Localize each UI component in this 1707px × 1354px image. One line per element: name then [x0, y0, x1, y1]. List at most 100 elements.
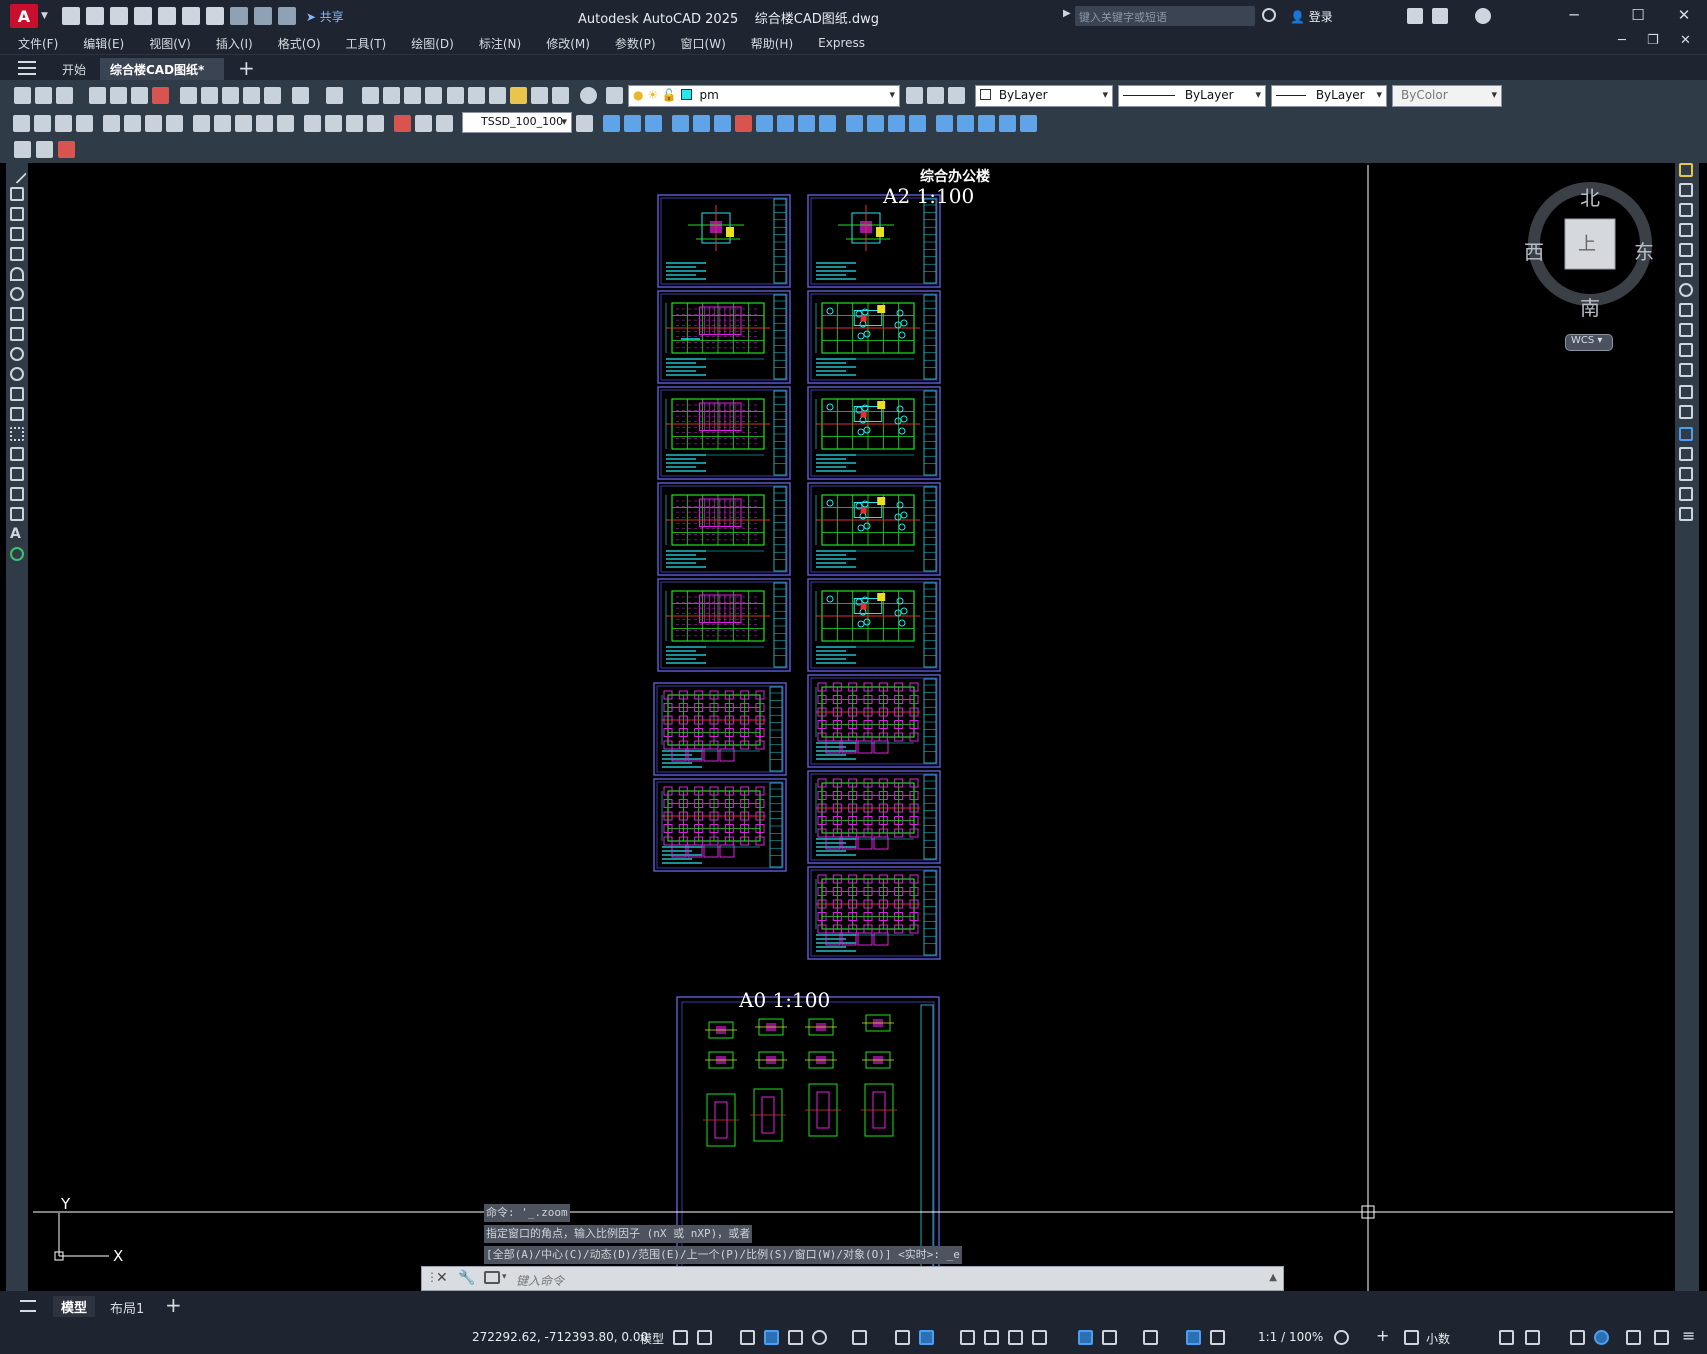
annotation-visibility-icon[interactable]	[1186, 1330, 1201, 1345]
workspace-gear-icon[interactable]	[1334, 1330, 1349, 1345]
gizmo-icon[interactable]	[1143, 1330, 1158, 1345]
separate-icon[interactable]	[936, 115, 953, 132]
tab-model[interactable]: 模型	[53, 1296, 96, 1317]
menu-tools[interactable]: 工具(T)	[346, 35, 387, 52]
shell-icon[interactable]	[957, 115, 974, 132]
plot-icon[interactable]	[205, 7, 224, 25]
customize-qat-icon[interactable]	[277, 7, 296, 25]
rotate-faces-icon[interactable]	[756, 115, 773, 132]
scale-icon[interactable]	[1679, 303, 1693, 317]
new-icon[interactable]	[61, 7, 80, 25]
linear-dimension-icon[interactable]	[13, 115, 30, 132]
menu-draw[interactable]: 绘图(D)	[411, 35, 454, 52]
tab-start[interactable]: 开始	[52, 58, 96, 80]
undo-icon[interactable]	[229, 7, 248, 25]
inspect-icon[interactable]	[346, 115, 363, 132]
erase-icon[interactable]	[1679, 163, 1693, 177]
drawing-sheet[interactable]	[657, 482, 791, 576]
menu-dimension[interactable]: 标注(N)	[479, 35, 521, 52]
menu-help[interactable]: 帮助(H)	[751, 35, 793, 52]
zoom-window-icon[interactable]	[404, 87, 421, 104]
layout-icon[interactable]	[14, 141, 31, 158]
close-button[interactable]: ✕	[1670, 6, 1698, 26]
open-icon[interactable]	[35, 87, 52, 104]
minimize-button[interactable]: ─	[1560, 6, 1588, 26]
customize-icon[interactable]: 🔧	[458, 1270, 475, 1286]
auto-scale-icon[interactable]	[1210, 1330, 1225, 1345]
solid-intersect-icon[interactable]	[645, 115, 662, 132]
ellipse-arc-icon[interactable]	[10, 367, 24, 381]
tool-palettes-icon[interactable]	[489, 87, 506, 104]
doc-minimize-button[interactable]: ─	[1618, 33, 1626, 48]
app-menu-chevron-icon[interactable]: ▼	[41, 11, 48, 21]
viewcube-east[interactable]: 东	[1634, 236, 1654, 265]
lineweight-icon[interactable]	[960, 1330, 975, 1345]
menu-file[interactable]: 文件(F)	[18, 35, 58, 52]
fillet-icon[interactable]	[1679, 467, 1693, 481]
delete-faces-icon[interactable]	[735, 115, 752, 132]
stretch-icon[interactable]	[1679, 323, 1693, 337]
thicken-icon[interactable]	[1020, 115, 1037, 132]
quick-dimension-icon[interactable]	[193, 115, 210, 132]
cut-icon[interactable]	[180, 87, 197, 104]
copy-edges-icon[interactable]	[846, 115, 863, 132]
array-icon[interactable]	[1679, 243, 1693, 257]
lineweight-dropdown[interactable]: ByLayer ▾	[1271, 85, 1387, 107]
close-command-line-icon[interactable]: ✕	[436, 1270, 448, 1286]
copy-faces-icon[interactable]	[798, 115, 815, 132]
search-icon[interactable]	[1262, 8, 1276, 22]
grid-icon[interactable]	[673, 1330, 688, 1345]
maximize-button[interactable]: ☐	[1624, 6, 1652, 26]
zoom-realtime-icon[interactable]	[383, 87, 400, 104]
zoom-previous-icon[interactable]	[425, 87, 442, 104]
snap-icon[interactable]	[697, 1330, 712, 1345]
dimension-update-icon[interactable]	[436, 115, 453, 132]
break-icon[interactable]	[1679, 405, 1693, 419]
open-web-icon[interactable]	[157, 7, 176, 25]
infer-constraints-icon[interactable]	[740, 1330, 755, 1345]
quick-properties-icon[interactable]	[1499, 1330, 1514, 1345]
dimension-edit-icon[interactable]	[394, 115, 411, 132]
polygon-icon[interactable]	[10, 227, 24, 241]
construction-line-icon[interactable]	[10, 187, 24, 201]
point-icon[interactable]	[10, 427, 24, 441]
make-current-layer-icon[interactable]	[906, 87, 923, 104]
arc-icon[interactable]	[10, 267, 24, 281]
save-icon[interactable]	[56, 87, 73, 104]
viewcube-south[interactable]: 南	[1580, 292, 1600, 321]
redo-icon[interactable]	[253, 7, 272, 25]
drawing-sheet[interactable]	[657, 578, 791, 672]
viewcube-north[interactable]: 北	[1580, 182, 1600, 211]
insert-block-icon[interactable]	[10, 387, 24, 401]
selection-filter-icon[interactable]	[1102, 1330, 1117, 1345]
dimstyle-dropdown[interactable]: TSSD_100_100 ▾	[462, 112, 572, 133]
units-dropdown[interactable]: 小数	[1426, 1330, 1450, 1347]
jogged-linear-icon[interactable]	[367, 115, 384, 132]
sheet-set-icon[interactable]	[510, 87, 527, 104]
help-icon[interactable]	[580, 87, 597, 104]
plot-icon[interactable]	[89, 87, 106, 104]
ordinate-icon[interactable]	[76, 115, 93, 132]
command-input[interactable]: 键入命令	[516, 1272, 564, 1289]
menu-modify[interactable]: 修改(M)	[546, 35, 590, 52]
menu-express[interactable]: Express	[818, 36, 865, 50]
mirror-icon[interactable]	[1679, 203, 1693, 217]
menu-view[interactable]: 视图(V)	[149, 35, 191, 52]
dynamic-input-icon[interactable]	[764, 1330, 779, 1345]
drawing-sheet[interactable]	[657, 194, 791, 288]
drawing-sheet[interactable]	[653, 682, 787, 776]
markup-icon[interactable]	[531, 87, 548, 104]
undo-icon[interactable]	[292, 87, 309, 104]
drawing-sheet[interactable]	[657, 386, 791, 480]
revision-cloud-icon[interactable]	[10, 307, 24, 321]
redo-icon[interactable]	[326, 87, 343, 104]
layout-menu-icon[interactable]	[20, 1300, 36, 1312]
publish-pdf-icon[interactable]	[58, 141, 75, 158]
object-snap-tracking-icon[interactable]	[895, 1330, 910, 1345]
model-space-toggle[interactable]: 模型	[640, 1330, 664, 1347]
recent-commands-icon[interactable]	[484, 1271, 500, 1284]
viewcube-top-face[interactable]: 上	[1578, 230, 1596, 256]
save-icon[interactable]	[109, 7, 128, 25]
dimension-space-icon[interactable]	[256, 115, 273, 132]
aligned-dimension-icon[interactable]	[34, 115, 51, 132]
